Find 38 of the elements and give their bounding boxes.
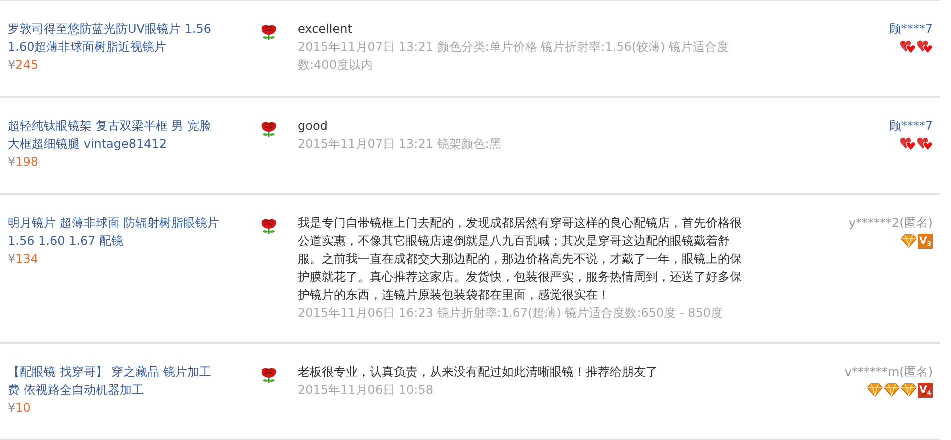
currency-symbol: ¥	[8, 154, 16, 171]
flower-icon	[260, 366, 278, 385]
currency-symbol: ¥	[8, 400, 16, 417]
product-link[interactable]: 【配眼镜 找穿哥】 穿之藏品 镜片加工费 依视路全自动机器加工	[8, 363, 223, 399]
hearts-icon	[900, 137, 916, 151]
product-price: 10	[16, 400, 31, 417]
user-name: y******2(匿名)	[848, 216, 933, 230]
user-name: v******m(匿名)	[844, 365, 933, 379]
currency-symbol: ¥	[8, 57, 16, 74]
flower-icon	[260, 120, 278, 139]
hearts-icon	[917, 40, 933, 54]
product-link[interactable]: 罗敦司得至悠防蓝光防UV眼镜片 1.56 1.60超薄非球面树脂近视镜片	[8, 20, 223, 56]
product-price: 245	[16, 57, 39, 74]
currency-symbol: ¥	[8, 251, 16, 268]
user-name: 顾****7	[889, 119, 933, 133]
diamond-icon	[867, 383, 883, 397]
review-text: excellent	[298, 21, 354, 38]
review-meta: 2015年11月07日 13:21 镜架颜色:黑	[298, 136, 502, 153]
product-price: 198	[16, 154, 39, 171]
hearts-icon	[917, 137, 933, 151]
review-text: good	[298, 118, 329, 135]
review-meta: 2015年11月07日 13:21 颜色分类:单片价格 镜片折射率:1.56(较薄) 镜片适合度数:400度以内	[298, 39, 730, 74]
hearts-icon	[900, 40, 916, 54]
vip-level-badge: V$_{4}$	[918, 383, 933, 398]
product-link[interactable]: 明月镜片 超薄非球面 防辐射树脂眼镜片 1.56 1.60 1.67 配镜	[8, 214, 223, 250]
review-meta: 2015年11月06日 10:58	[298, 382, 434, 399]
flower-icon	[260, 24, 278, 42]
vip-level-badge: V$_{3}$	[918, 234, 933, 249]
review-text: 我是专门自带镜框上门去配的，发现成都居然有穿哥这样的良心配镜店，首先价格很公道实惠，不像其它眼镜店逮倒就是八九百乱喊；其次是穿哥这边配的眼镜戴着舒服。之前我一直在成都交大那边配的，那边价格高先不说，才戴了一年，眼镜上的保护膜就花了。真心推荐这家店。发货快，包装很严实，服务热情周到，还送了好多保护镜片的东西，连镜片原装包装袋都在里面，感觉很实在！	[298, 215, 743, 304]
flower-icon	[260, 218, 278, 236]
review-text: 老板很专业，认真负责，从来没有配过如此清晰眼镜！推荐给朋友了	[298, 364, 659, 381]
diamond-icon	[901, 383, 917, 397]
diamond-icon	[901, 234, 917, 248]
product-price: 134	[16, 251, 39, 268]
user-name: 顾****7	[889, 22, 933, 36]
product-link[interactable]: 超轻纯钛眼镜架 复古双梁半框 男 宽脸大框超细镜腿 vintage81412	[8, 117, 223, 153]
review-meta: 2015年11月06日 16:23 镜片折射率:1.67(超薄) 镜片适合度数:650度 - 850度	[298, 305, 724, 322]
diamond-icon	[884, 383, 900, 397]
